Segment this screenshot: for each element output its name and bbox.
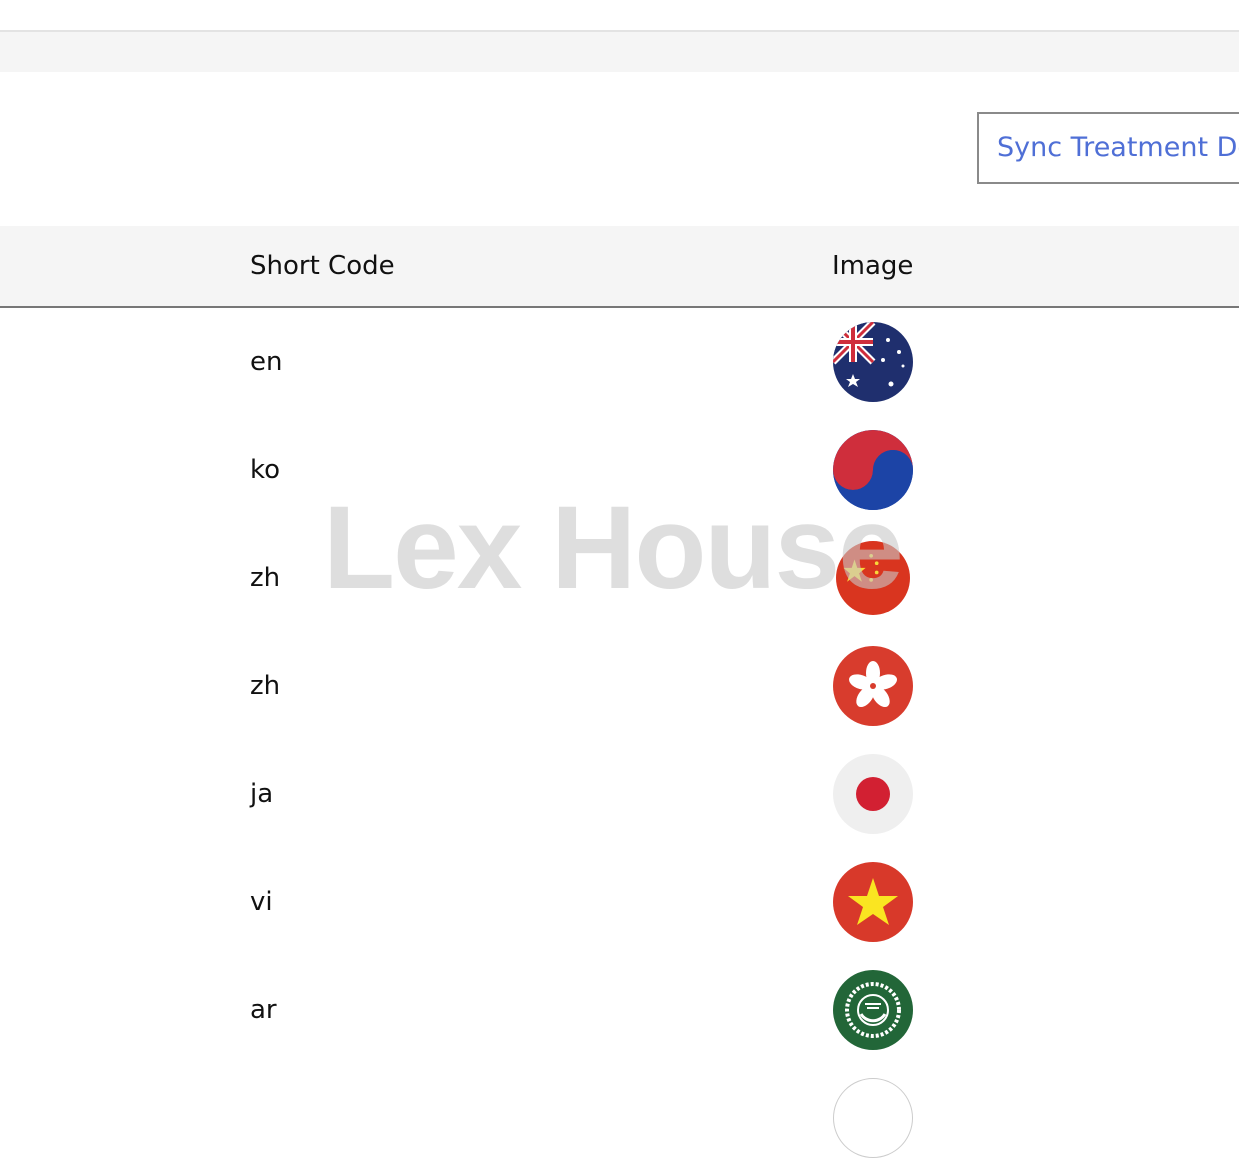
column-header-image[interactable]: Image [832, 226, 913, 306]
australia-flag-icon [833, 322, 913, 402]
hong-kong-flag-icon [833, 646, 913, 726]
short-code-cell: ko [250, 455, 281, 485]
short-code-cell: vi [250, 887, 273, 917]
korea-flag-icon [833, 430, 913, 510]
short-code-cell: ja [250, 779, 274, 809]
vietnam-flag-icon [833, 862, 913, 942]
table-row[interactable]: ja [0, 740, 1239, 848]
table-row[interactable]: en [0, 308, 1239, 416]
short-code-cell: en [250, 347, 283, 377]
china-flag-icon [836, 541, 910, 615]
arab-league-flag-icon [833, 970, 913, 1050]
japan-flag-icon [833, 754, 913, 834]
table-row[interactable] [0, 1064, 1239, 1172]
short-code-cell: ar [250, 995, 277, 1025]
flag-icon [833, 1078, 913, 1158]
table-row[interactable]: ko [0, 416, 1239, 524]
short-code-cell: zh [250, 671, 281, 701]
table-header: Short Code Image [0, 226, 1239, 308]
short-code-cell: zh [250, 563, 281, 593]
sub-toolbar [0, 32, 1239, 72]
table-row[interactable]: zh [0, 524, 1239, 632]
table-row[interactable]: ar [0, 956, 1239, 1064]
table-row[interactable]: vi [0, 848, 1239, 956]
top-bar [0, 0, 1239, 32]
table-row[interactable]: zh [0, 632, 1239, 740]
sync-treatment-button[interactable]: Sync Treatment De [977, 112, 1239, 184]
column-header-short-code[interactable]: Short Code [250, 226, 395, 306]
